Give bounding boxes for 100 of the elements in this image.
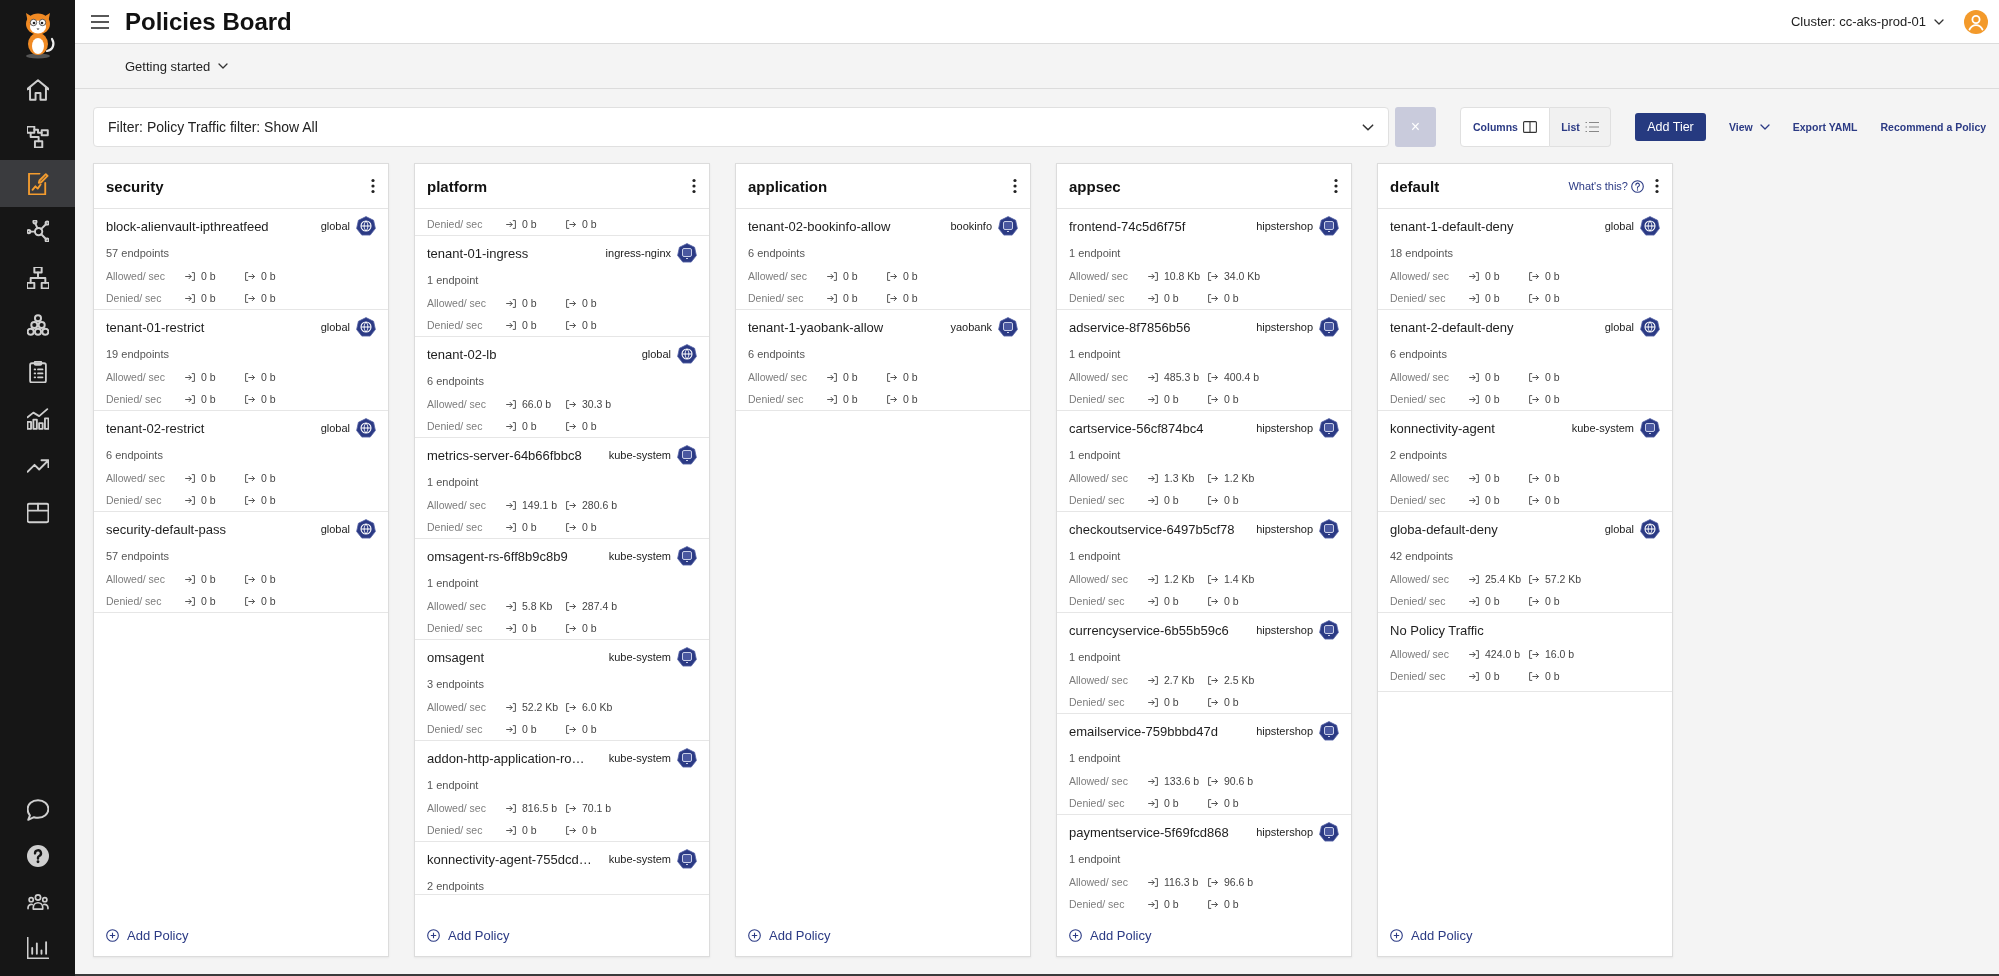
policy-name[interactable]: tenant-2-default-deny <box>1390 319 1514 335</box>
arrow-in-icon <box>827 372 837 382</box>
namespace-label: kube-system <box>607 449 671 461</box>
arrow-in-icon <box>1148 574 1158 584</box>
policy-name[interactable]: addon-http-application-ro… <box>427 750 585 766</box>
policy-name[interactable]: globa-default-deny <box>1390 521 1498 537</box>
policy-name[interactable]: cartservice-56cf874bc4 <box>1069 420 1204 436</box>
policy-name[interactable]: security-default-pass <box>106 521 226 537</box>
policy-name[interactable]: omsagent <box>427 649 485 665</box>
chevron-down-icon[interactable] <box>1362 123 1374 131</box>
filter-select[interactable]: Filter: Policy Traffic filter: Show All <box>93 107 1389 147</box>
users-icon[interactable] <box>26 891 49 913</box>
box-icon[interactable] <box>26 501 49 524</box>
traffic-out-value: 0 b <box>1224 494 1239 506</box>
policy-name[interactable]: tenant-02-lb <box>427 346 497 362</box>
view-toggle-button[interactable]: Columns <box>1460 107 1550 147</box>
policy-name[interactable]: No Policy Traffic <box>1390 622 1484 638</box>
arrow-out-icon <box>566 623 576 633</box>
toolbar-link[interactable]: Export YAML <box>1792 121 1858 133</box>
arrow-out-icon <box>1208 697 1218 707</box>
cluster-dropdown[interactable]: Cluster: cc-aks-prod-01 <box>1790 14 1944 29</box>
traffic-out-value: 400.4 b <box>1224 371 1260 383</box>
traffic-in-value: 0 b <box>1485 371 1500 383</box>
policy-name[interactable]: tenant-01-ingress <box>427 245 529 261</box>
policy-name[interactable]: tenant-02-bookinfo-allow <box>748 218 891 234</box>
arrow-in-icon <box>506 825 516 835</box>
menu-icon[interactable] <box>91 14 109 29</box>
traffic-in-value: 1.2 Kb <box>1164 573 1195 585</box>
bar-chart-icon[interactable] <box>26 937 49 959</box>
traffic-in-value: 0 b <box>1485 393 1500 405</box>
traffic-label: Denied/ sec <box>1069 797 1125 809</box>
traffic-in-value: 0 b <box>522 723 537 735</box>
hexagon-globe-icon <box>1640 317 1660 337</box>
network-icon[interactable] <box>26 219 49 242</box>
arrow-out-icon <box>1208 495 1218 505</box>
traffic-in-value: 149.1 b <box>522 499 558 511</box>
policy-name[interactable]: tenant-1-default-deny <box>1390 218 1514 234</box>
help-link[interactable]: What's this? <box>1568 179 1644 193</box>
help-icon[interactable] <box>26 845 49 867</box>
arrow-in-icon <box>506 421 516 431</box>
clipboard-icon[interactable] <box>26 360 49 383</box>
topology-icon[interactable] <box>26 125 49 148</box>
traffic-label: Allowed/ sec <box>1390 472 1449 484</box>
policy-name[interactable]: tenant-01-restrict <box>106 319 205 335</box>
policy-name[interactable]: checkoutservice-6497b5cf78 <box>1069 521 1235 537</box>
policy-name[interactable]: konnectivity-agent <box>1390 420 1495 436</box>
view-toggle-button[interactable]: List <box>1550 107 1611 147</box>
plus-circle-icon <box>106 928 119 942</box>
chevron-down-icon[interactable] <box>1934 18 1944 25</box>
arrow-out-icon <box>245 574 255 584</box>
chevron-down-icon[interactable] <box>1759 124 1770 130</box>
chat-bubble-icon[interactable] <box>26 799 49 821</box>
toolbar-link[interactable]: Recommend a Policy <box>1880 121 1987 133</box>
namespace-label: hipstershop <box>1255 523 1313 535</box>
policy-name[interactable]: paymentservice-5f69fcd868 <box>1069 824 1229 840</box>
policy-name[interactable]: metrics-server-64b66fbbc8 <box>427 447 582 463</box>
add-policy-button[interactable]: Add Policy <box>1390 927 1473 943</box>
traffic-in-value: 0 b <box>522 297 537 309</box>
policy-name[interactable]: tenant-02-restrict <box>106 420 205 436</box>
add-policy-button[interactable]: Add Policy <box>106 927 189 943</box>
arrow-in-icon <box>506 399 516 409</box>
policy-name[interactable]: adservice-8f7856b56 <box>1069 319 1191 335</box>
endpoint-count: 57 endpoints <box>106 246 170 261</box>
traffic-out-value: 0 b <box>903 292 918 304</box>
arrow-in-icon <box>827 293 837 303</box>
traffic-out-value: 6.0 Kb <box>582 701 613 713</box>
traffic-in-value: 0 b <box>1164 393 1179 405</box>
policy-name[interactable]: omsagent-rs-6ff8b9c8b9 <box>427 548 568 564</box>
add-policy-button[interactable]: Add Policy <box>427 927 510 943</box>
traffic-in-value: 0 b <box>1485 670 1500 682</box>
traffic-in-value: 0 b <box>843 393 858 405</box>
endpoint-count: 1 endpoint <box>1069 448 1122 463</box>
policy-name[interactable]: konnectivity-agent-755dcd… <box>427 851 592 867</box>
view-dropdown[interactable]: View <box>1729 121 1770 133</box>
policy-name[interactable]: tenant-1-yaobank-allow <box>748 319 884 335</box>
home-icon[interactable] <box>26 78 49 101</box>
getting-started-dropdown[interactable]: Getting started <box>125 58 229 74</box>
policy-edit-icon[interactable] <box>26 172 49 195</box>
namespace-label: yaobank <box>949 321 992 333</box>
arrow-out-icon <box>1529 271 1539 281</box>
chevron-down-icon[interactable] <box>218 63 229 69</box>
chart-icon[interactable] <box>26 407 49 430</box>
traffic-in-value: 485.3 b <box>1164 371 1200 383</box>
namespace-label: kube-system <box>1570 422 1634 434</box>
circles-stack-icon[interactable] <box>26 313 49 336</box>
policy-name[interactable]: emailservice-759bbbd47d <box>1069 723 1218 739</box>
add-tier-button[interactable]: Add Tier <box>1635 113 1706 141</box>
traffic-out-value: 0 b <box>903 270 918 282</box>
traffic-out-value: 0 b <box>582 319 597 331</box>
plus-circle-icon <box>1069 928 1082 942</box>
traffic-label: Denied/ sec <box>427 723 483 735</box>
policy-name[interactable]: block-alienvault-ipthreatfeed <box>106 218 269 234</box>
arrow-in-icon <box>185 495 195 505</box>
nav-button[interactable] <box>0 160 75 207</box>
policy-name[interactable]: frontend-74c5d6f75f <box>1069 218 1186 234</box>
hierarchy-icon[interactable] <box>26 266 49 289</box>
add-policy-button[interactable]: Add Policy <box>748 927 831 943</box>
add-policy-button[interactable]: Add Policy <box>1069 927 1152 943</box>
endpoint-count: 57 endpoints <box>106 549 170 564</box>
policy-name[interactable]: currencyservice-6b55b59c6 <box>1069 622 1229 638</box>
